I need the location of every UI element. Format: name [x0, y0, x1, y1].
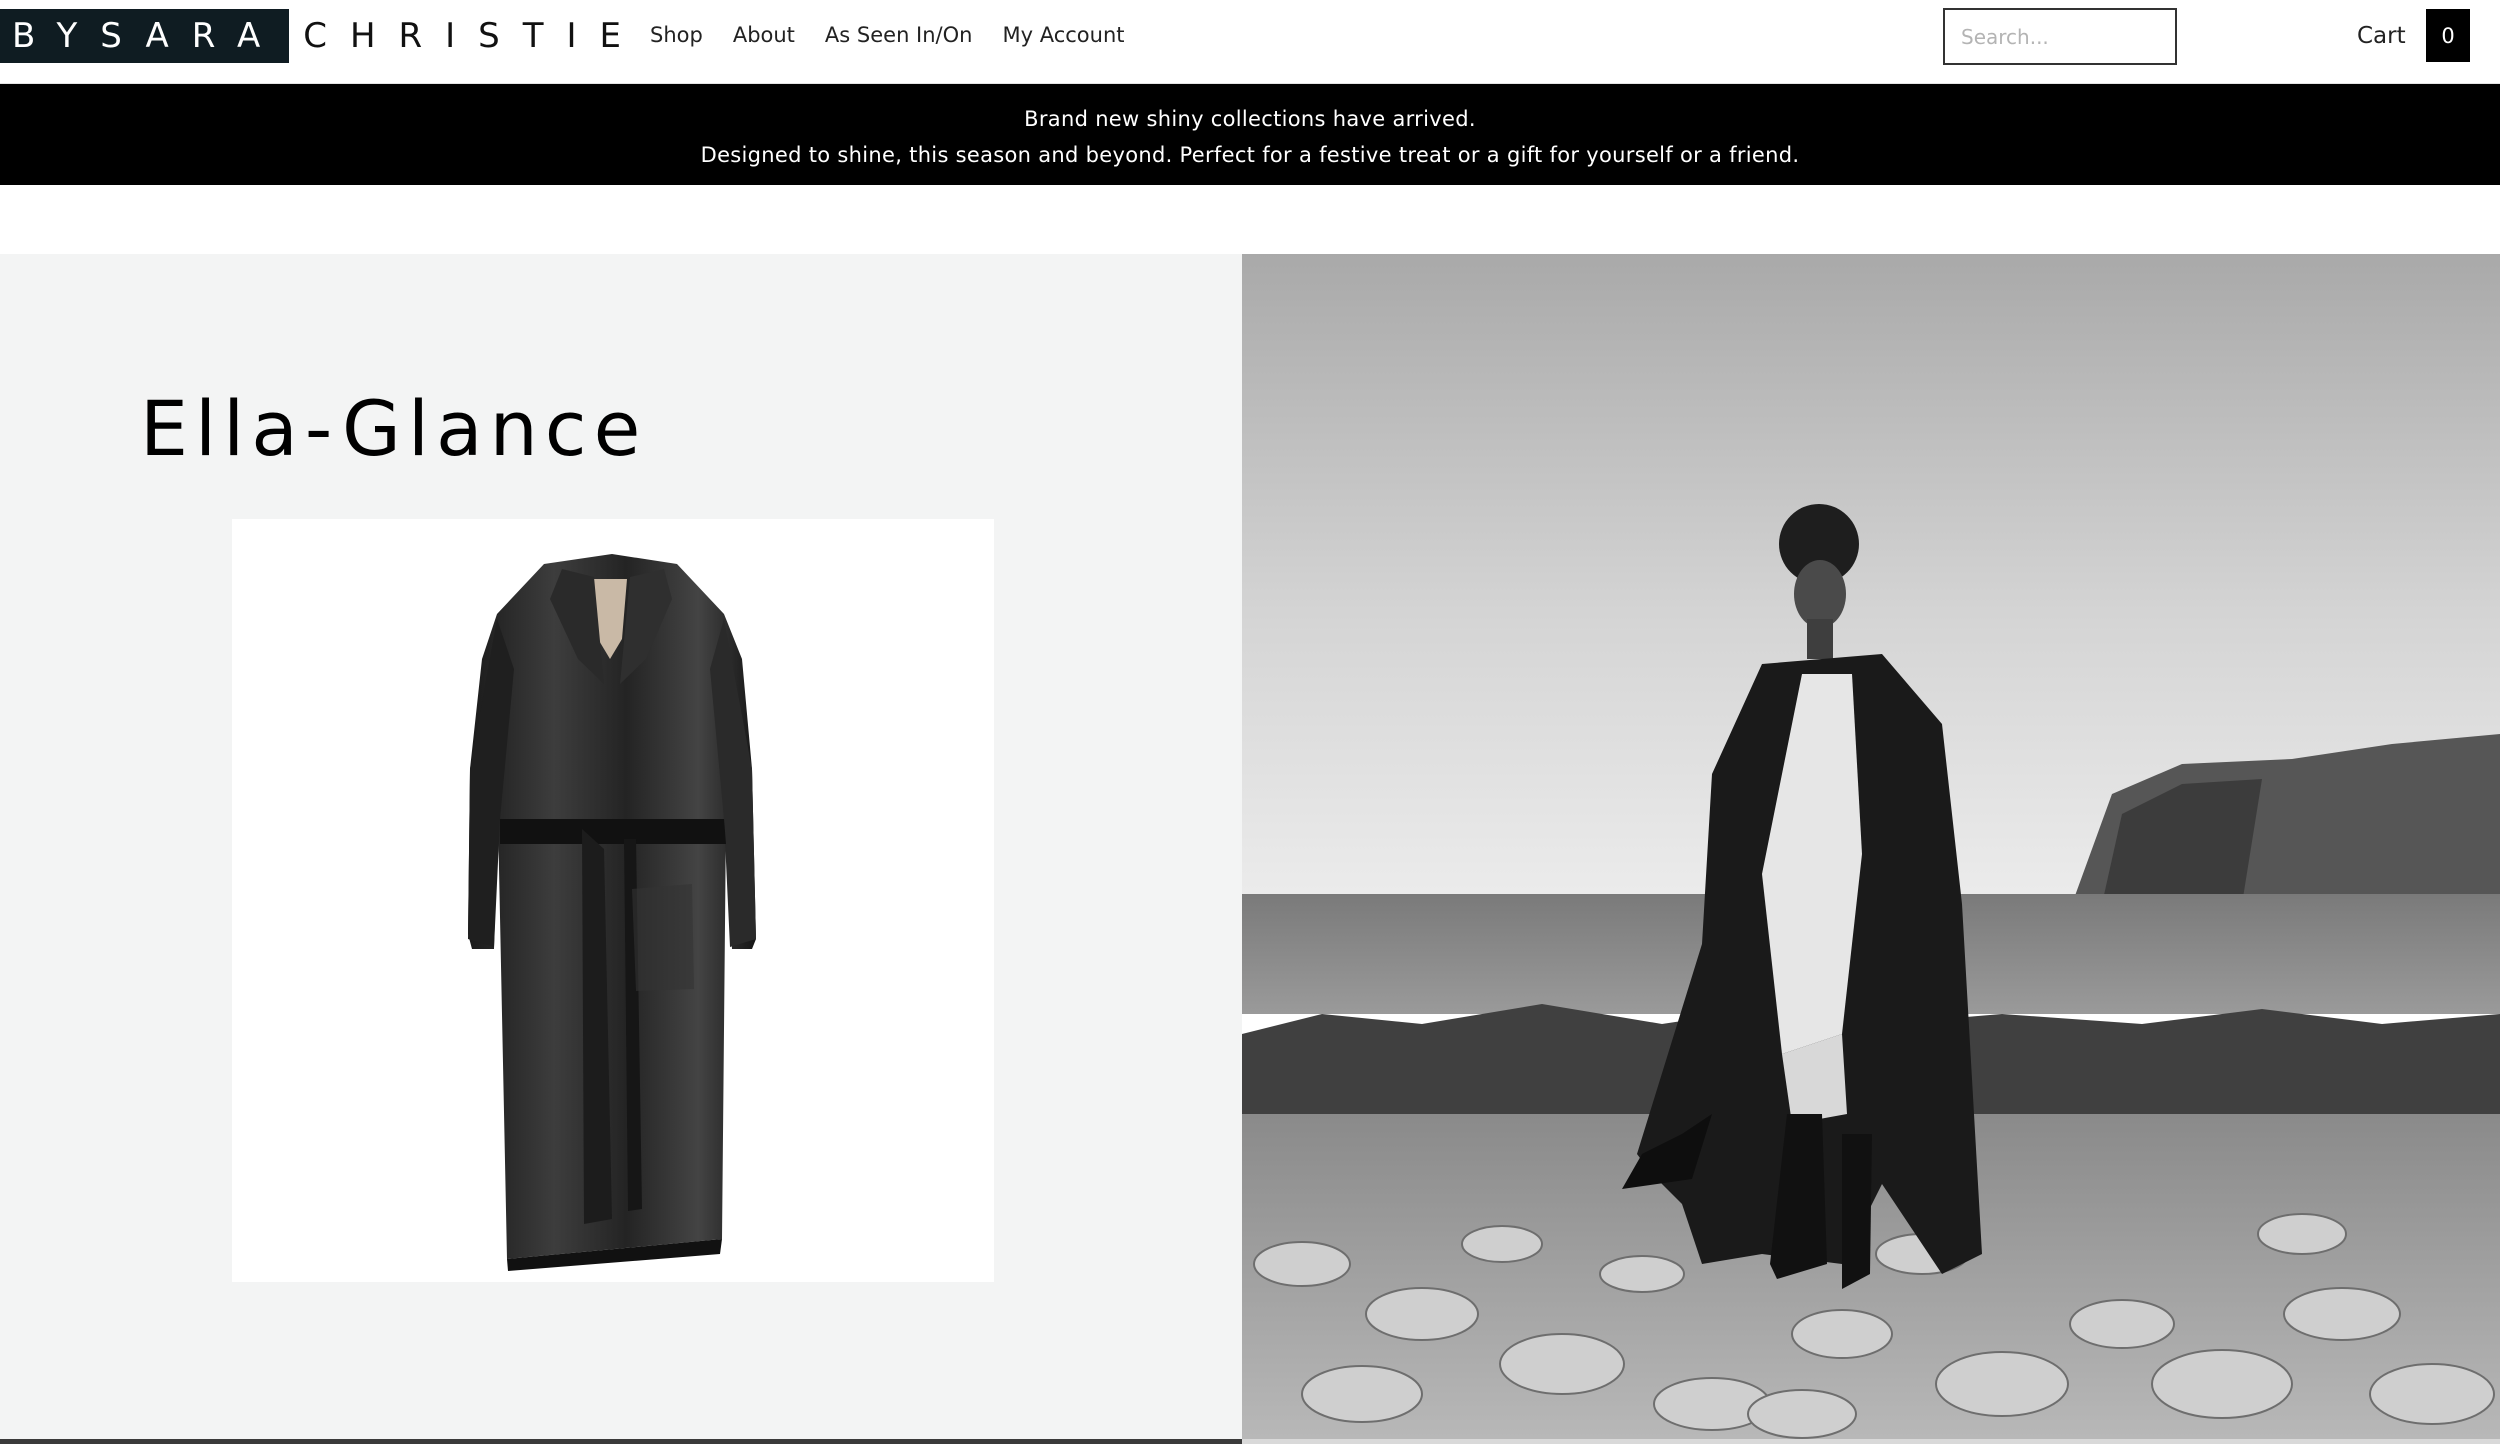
- logo-part-dark: BYSARA: [0, 9, 290, 63]
- announcement-bar: Brand new shiny collections have arrived…: [0, 84, 2500, 185]
- nav-item-about[interactable]: About: [733, 18, 795, 52]
- product-image-card[interactable]: [232, 519, 994, 1282]
- brand-logo[interactable]: BYSARA CHRISTIE: [0, 9, 644, 63]
- hero-lifestyle-image: [1242, 254, 2500, 1439]
- nav-item-as-seen-in[interactable]: As Seen In/On: [825, 18, 973, 52]
- logo-part-light: CHRISTIE: [303, 16, 645, 56]
- beach-model-photo: [1242, 254, 2500, 1439]
- cart-count-badge[interactable]: 0: [2426, 9, 2470, 62]
- main-nav: Shop About As Seen In/On My Account: [650, 18, 1155, 52]
- hero-product-panel: Ella-Glance: [0, 254, 1242, 1439]
- page-bottom-edge-right: [1242, 1439, 2500, 1444]
- search-input[interactable]: [1943, 8, 2177, 65]
- page-bottom-edge: [0, 1439, 1242, 1444]
- cart-link[interactable]: Cart: [2357, 18, 2406, 54]
- site-header: BYSARA CHRISTIE Shop About As Seen In/On…: [0, 0, 2500, 84]
- announcement-line-2: Designed to shine, this season and beyon…: [700, 143, 1800, 167]
- nav-item-my-account[interactable]: My Account: [1002, 18, 1124, 52]
- leather-trench-coat-image: [468, 554, 756, 1271]
- announcement-line-1: Brand new shiny collections have arrived…: [1024, 107, 1476, 131]
- page-title: Ella-Glance: [140, 384, 648, 473]
- nav-item-shop[interactable]: Shop: [650, 18, 703, 52]
